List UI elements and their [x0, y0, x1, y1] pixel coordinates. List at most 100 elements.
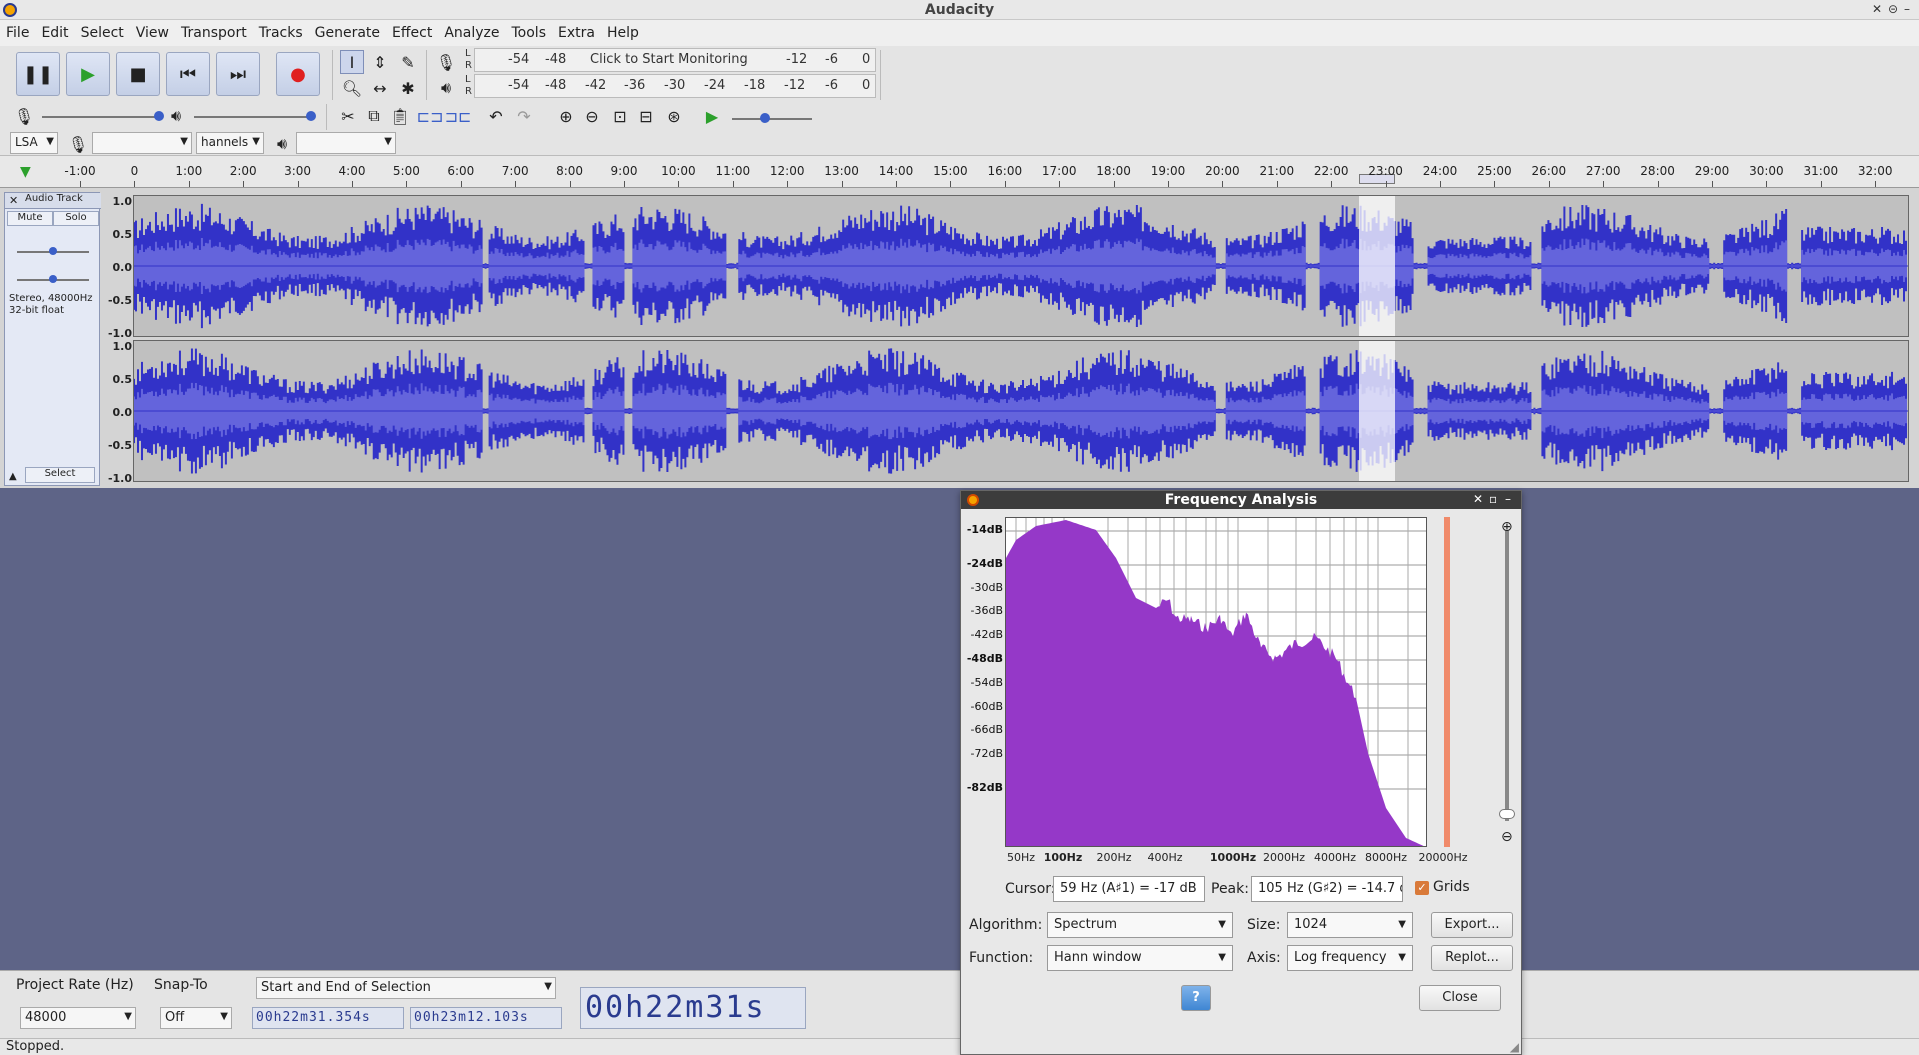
amplitude-scale-label: -0.5 — [107, 294, 132, 307]
envelope-tool[interactable]: ⇕ — [368, 50, 392, 74]
minimize-window-icon[interactable]: – — [1904, 2, 1910, 16]
time-shift-tool[interactable]: ↔ — [368, 76, 392, 100]
close-track-icon[interactable]: ✕ — [9, 194, 18, 207]
zoom-out-icon[interactable]: ⊖ — [1501, 829, 1513, 845]
selection-mode-select[interactable]: Start and End of Selection — [256, 977, 556, 999]
size-select[interactable]: 1024 — [1287, 912, 1413, 938]
selection-region-left[interactable] — [1359, 196, 1395, 336]
restore-window-icon[interactable]: ⊝ — [1888, 2, 1898, 16]
waveform-channel-left[interactable] — [133, 195, 1909, 337]
collapse-track-icon[interactable]: ▲ — [9, 471, 17, 482]
gain-slider[interactable] — [17, 247, 89, 255]
menu-transport[interactable]: Transport — [181, 25, 247, 41]
select-track-button[interactable]: Select — [25, 467, 95, 483]
skip-to-end-button[interactable]: ⏭ — [216, 52, 260, 96]
track-control-panel[interactable]: Audio Track ✕ Mute Solo Stereo, 48000Hz … — [4, 192, 101, 486]
menu-extra[interactable]: Extra — [558, 25, 595, 41]
audio-host-select[interactable]: LSA — [10, 132, 58, 154]
playback-volume-slider[interactable] — [194, 111, 316, 121]
db-axis-label: -60dB — [970, 700, 1004, 713]
trim-icon[interactable]: ⊏⊐ — [417, 104, 444, 128]
spectrum-plot[interactable] — [1005, 517, 1427, 847]
skip-start-icon: ⏮ — [179, 63, 197, 85]
pan-slider[interactable] — [17, 275, 89, 283]
skip-to-start-button[interactable]: ⏮ — [166, 52, 210, 96]
resize-grip-icon[interactable]: ◢ — [1510, 1040, 1519, 1054]
record-button[interactable]: ● — [276, 52, 320, 96]
menu-analyze[interactable]: Analyze — [444, 25, 499, 41]
function-select[interactable]: Hann window — [1047, 945, 1233, 971]
paste-icon[interactable]: 📋︎ — [388, 104, 412, 128]
dialog-minimize-icon[interactable]: – — [1505, 492, 1511, 506]
snap-to-select[interactable]: Off — [160, 1007, 232, 1029]
plot-scroll-bar[interactable] — [1444, 517, 1450, 847]
menu-effect[interactable]: Effect — [392, 25, 432, 41]
record-volume-slider[interactable] — [42, 111, 164, 121]
undo-icon[interactable]: ↶ — [484, 104, 508, 128]
vertical-zoom-slider[interactable] — [1499, 531, 1515, 821]
copy-icon[interactable]: ⧉ — [362, 104, 386, 128]
help-button[interactable]: ? — [1181, 985, 1211, 1011]
selection-tool[interactable]: I — [340, 50, 364, 74]
solo-button[interactable]: Solo — [53, 211, 99, 226]
export-button[interactable]: Export... — [1431, 912, 1513, 938]
window-title: Audacity — [924, 2, 995, 18]
play-speed-slider[interactable] — [732, 113, 812, 123]
dialog-close-icon[interactable]: ✕ — [1473, 492, 1483, 506]
peak-label: Peak: — [1211, 881, 1249, 897]
play-button[interactable]: ▶ — [66, 52, 110, 96]
silence-icon[interactable]: ⊐⊏ — [445, 104, 472, 128]
multi-tool[interactable]: ✱ — [396, 76, 420, 100]
waveform-channel-right[interactable] — [133, 340, 1909, 482]
ruler-tick-label: 27:00 — [1585, 164, 1621, 178]
replot-button[interactable]: Replot... — [1431, 945, 1513, 971]
stop-button[interactable]: ■ — [116, 52, 160, 96]
audio-position-time[interactable]: 00h22m31s — [580, 987, 806, 1029]
zoom-tool[interactable]: 🔍︎ — [340, 76, 364, 100]
recording-channels-select[interactable]: hannels — [196, 132, 264, 154]
menu-edit[interactable]: Edit — [41, 25, 68, 41]
pause-button[interactable]: ❚❚ — [16, 52, 60, 96]
menu-view[interactable]: View — [136, 25, 169, 41]
menu-tools[interactable]: Tools — [512, 25, 547, 41]
draw-tool[interactable]: ✎ — [396, 50, 420, 74]
grids-checkbox[interactable]: ✓ — [1415, 881, 1429, 895]
ruler-tick-mark — [188, 181, 190, 187]
project-rate-select[interactable]: 48000 — [20, 1007, 136, 1029]
menu-tracks[interactable]: Tracks — [259, 25, 303, 41]
selection-start-time[interactable]: 00h22m31.354s — [252, 1007, 404, 1029]
recording-device-select[interactable] — [92, 132, 192, 154]
db-axis-label: -48dB — [966, 652, 1003, 665]
close-window-icon[interactable]: ✕ — [1872, 2, 1882, 16]
redo-icon[interactable]: ↷ — [512, 104, 536, 128]
selection-region-right[interactable] — [1359, 341, 1395, 481]
playback-device-select[interactable] — [296, 132, 396, 154]
timeline-ruler[interactable]: ▼ -1:00 0 1:00 2:00 3:00 4:00 5:00 6:00 7:00 8:00… — [0, 156, 1919, 188]
ruler-tick-mark — [1004, 181, 1006, 187]
track-name[interactable]: Audio Track — [5, 193, 101, 209]
ruler-tick-label: 4:00 — [338, 164, 366, 178]
fit-selection-icon[interactable]: ⊡ — [608, 104, 632, 128]
menu-generate[interactable]: Generate — [315, 25, 380, 41]
algorithm-select[interactable]: Spectrum — [1047, 912, 1233, 938]
mute-button[interactable]: Mute — [7, 211, 53, 226]
record-meter-mic-icon[interactable]: 🎙︎ — [434, 50, 458, 74]
zoom-toggle-icon[interactable]: ⊛ — [662, 104, 686, 128]
menu-select[interactable]: Select — [81, 25, 124, 41]
dialog-maximize-icon[interactable]: ▫ — [1489, 492, 1497, 506]
selection-end-time[interactable]: 00h23m12.103s — [410, 1007, 562, 1029]
axis-select[interactable]: Log frequency — [1287, 945, 1413, 971]
play-meter-speaker-icon[interactable]: 🔊︎ — [434, 76, 458, 100]
menu-help[interactable]: Help — [607, 25, 639, 41]
ruler-tick-label: 13:00 — [824, 164, 859, 178]
meter-scale-label: -24 — [704, 78, 726, 93]
cut-icon[interactable]: ✂ — [336, 104, 360, 128]
menu-file[interactable]: File — [6, 25, 29, 41]
ruler-tick-mark — [1113, 181, 1115, 187]
zoom-in-icon[interactable]: ⊕ — [554, 104, 578, 128]
close-button[interactable]: Close — [1419, 985, 1501, 1011]
zoom-out-icon[interactable]: ⊖ — [580, 104, 604, 128]
play-at-speed-icon[interactable]: ▶ — [700, 104, 724, 128]
play-head-triangle-icon[interactable]: ▼ — [20, 164, 31, 180]
fit-project-icon[interactable]: ⊟ — [634, 104, 658, 128]
